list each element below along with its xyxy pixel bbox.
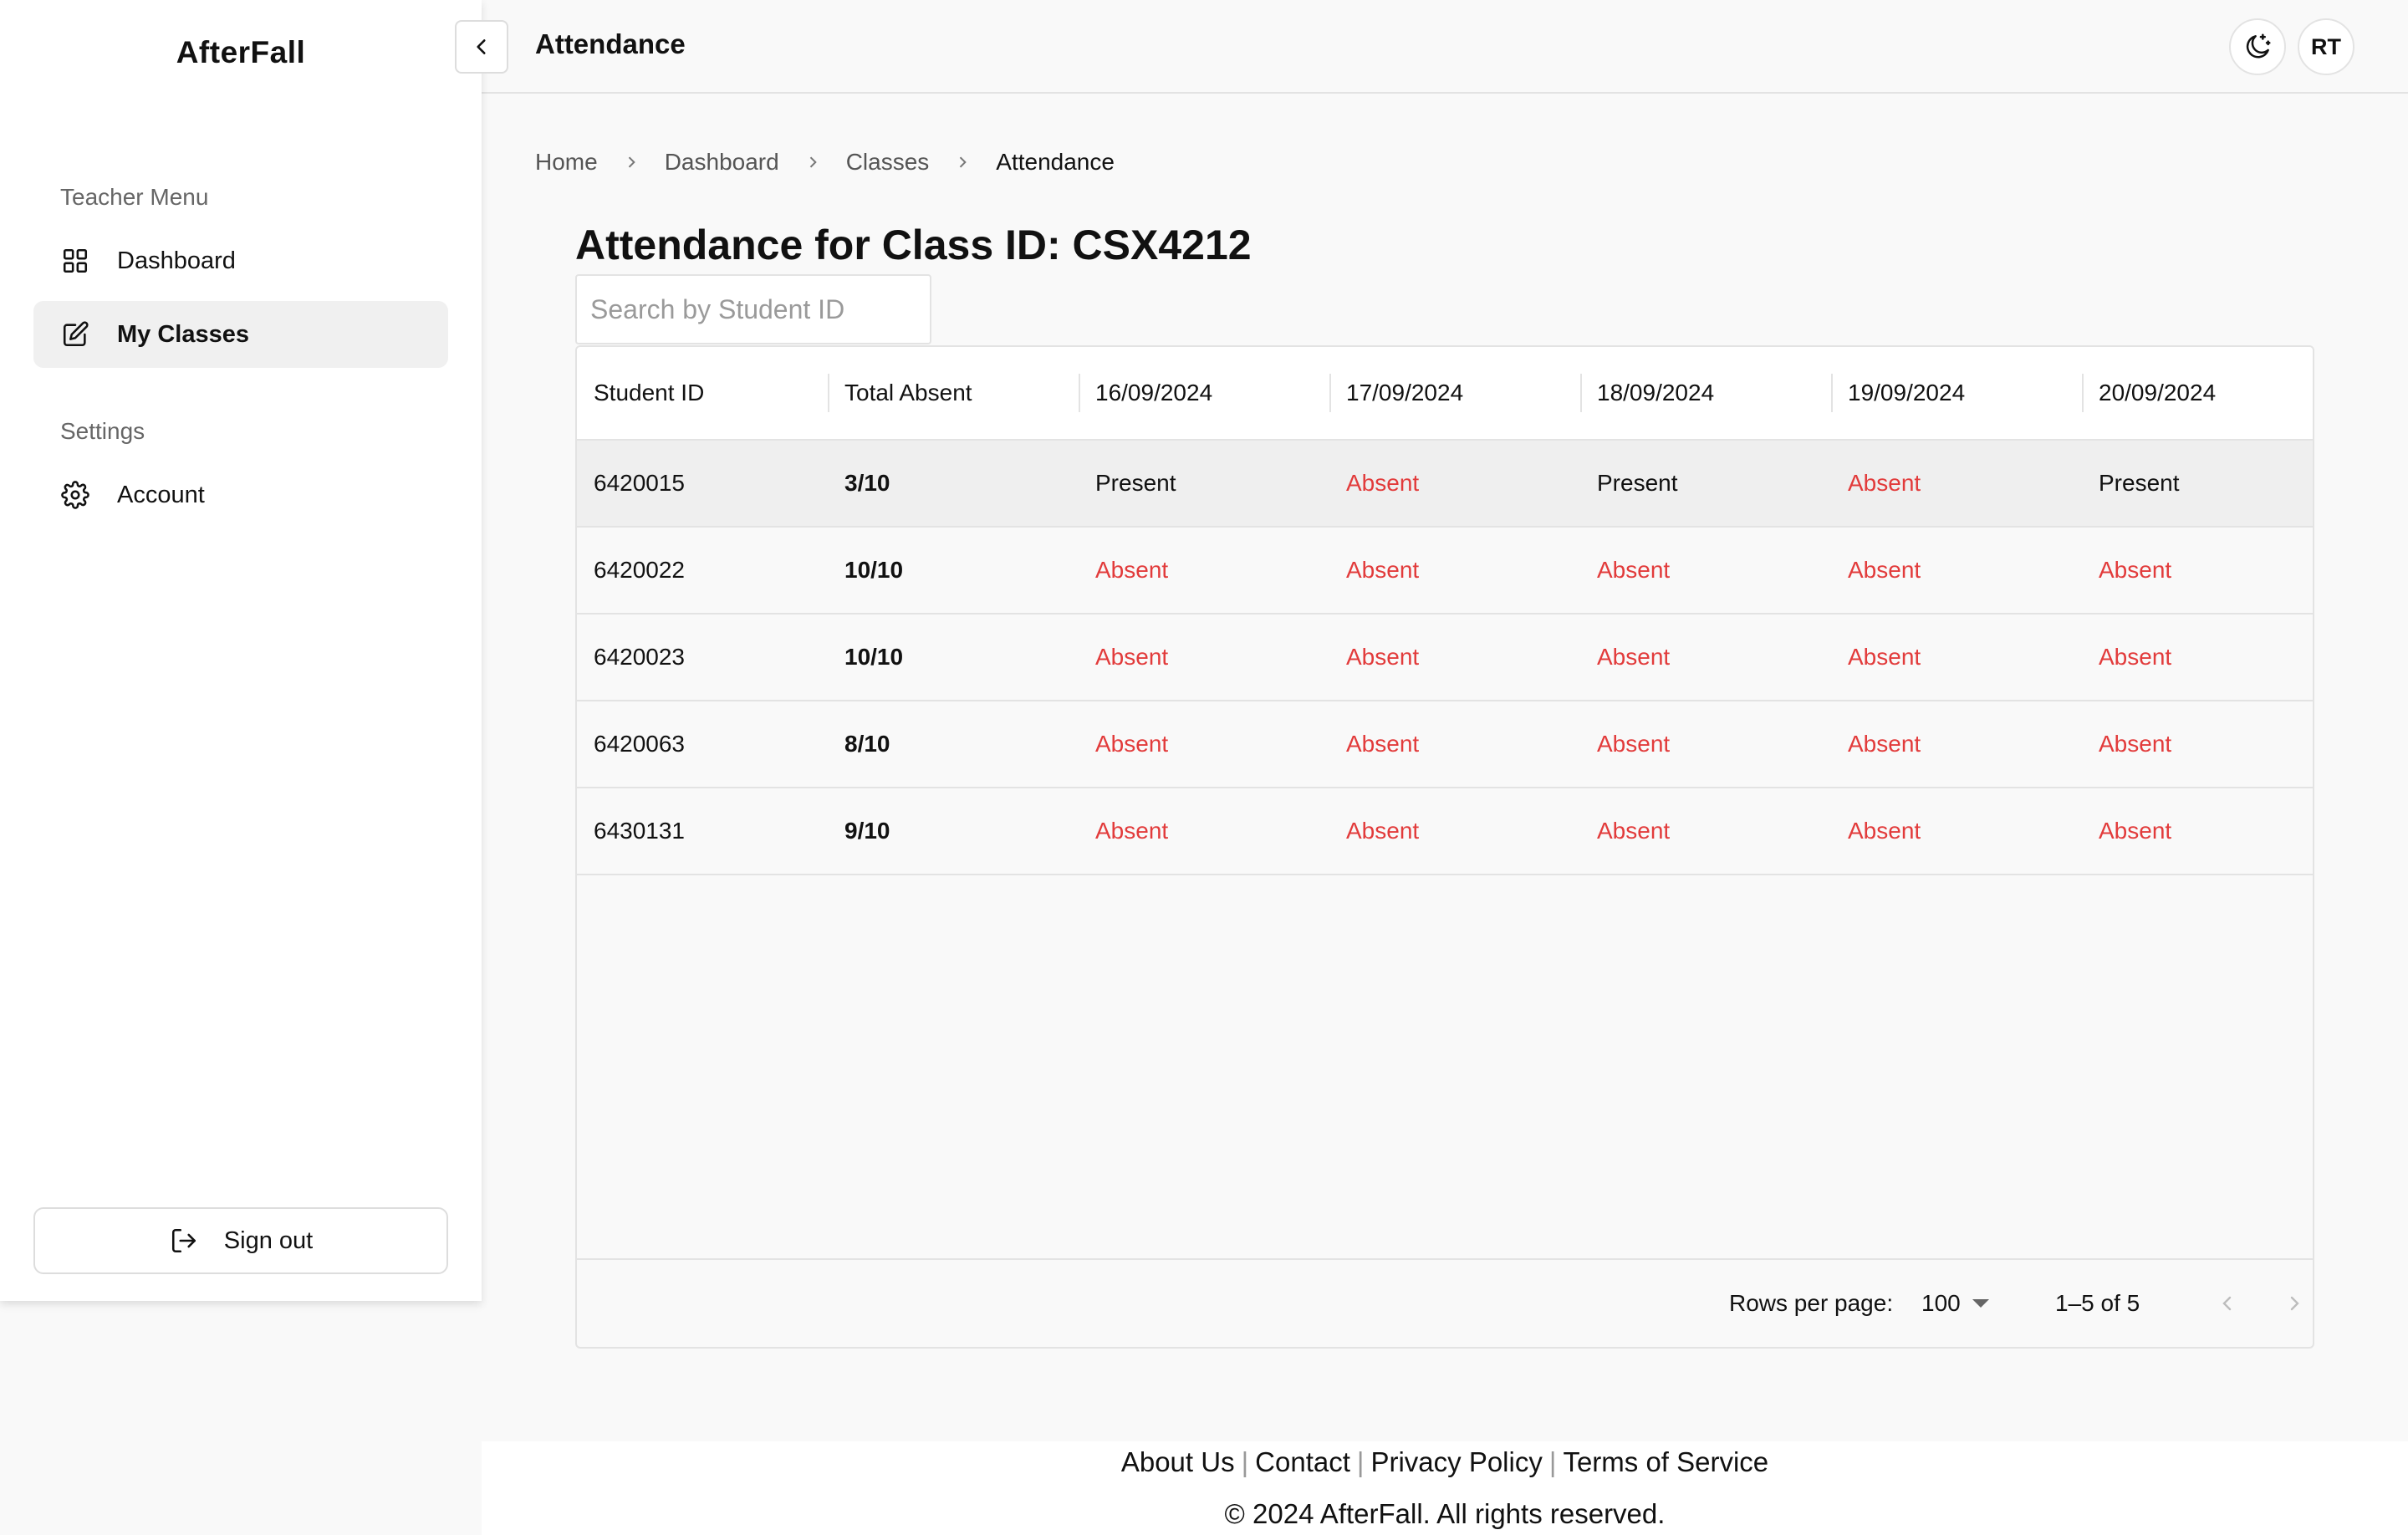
- sidebar-item-label: My Classes: [117, 320, 249, 348]
- cell-attendance-status: Present: [1095, 470, 1176, 496]
- table-row[interactable]: 6420022 10/10 Absent Absent Absent Absen…: [577, 528, 2313, 615]
- footer-link-contact[interactable]: Contact: [1255, 1446, 1350, 1477]
- cell-attendance-status: Absent: [2099, 818, 2172, 844]
- rows-per-page-label: Rows per page:: [1729, 1290, 1894, 1316]
- breadcrumb-dashboard[interactable]: Dashboard: [665, 149, 779, 176]
- cell-student-id: 6420023: [594, 644, 686, 670]
- column-header-date[interactable]: 16/09/2024: [1079, 347, 1329, 439]
- cell-attendance-status: Absent: [2099, 644, 2172, 670]
- cell-attendance-status: Absent: [1346, 557, 1420, 583]
- cell-student-id: 6420022: [594, 557, 686, 583]
- footer-link-about[interactable]: About Us: [1121, 1446, 1235, 1477]
- copyright-text: © 2024 AfterFall. All rights reserved.: [1224, 1498, 1666, 1529]
- column-header-date[interactable]: 17/09/2024: [1329, 347, 1580, 439]
- cell-attendance-status: Absent: [1095, 644, 1169, 670]
- cell-attendance-status: Absent: [1597, 644, 1671, 670]
- chevron-left-icon: [2222, 1296, 2232, 1311]
- page-title: Attendance for Class ID: CSX4212: [575, 222, 1252, 268]
- top-header: Attendance RT: [455, 0, 2408, 94]
- sign-out-icon: [169, 1226, 199, 1256]
- cell-attendance-status: Present: [2099, 470, 2180, 496]
- footer-link-privacy[interactable]: Privacy Policy: [1370, 1446, 1542, 1477]
- breadcrumb-attendance: Attendance: [996, 149, 1115, 175]
- sidebar-item-label: Account: [117, 481, 205, 508]
- cell-attendance-status: Absent: [1597, 731, 1671, 757]
- column-header-student-id[interactable]: Student ID: [577, 347, 828, 439]
- column-header-total-absent[interactable]: Total Absent: [828, 347, 1079, 439]
- cell-total-absent: 10/10: [844, 644, 904, 670]
- footer-link-terms[interactable]: Terms of Service: [1563, 1446, 1768, 1477]
- table-row[interactable]: 6420015 3/10 Present Absent Present Abse…: [577, 441, 2313, 528]
- sidebar: AfterFall Teacher Menu Dashboard My Clas…: [0, 0, 482, 1301]
- cell-attendance-status: Absent: [1095, 818, 1169, 844]
- cell-attendance-status: Absent: [1848, 731, 1921, 757]
- breadcrumb-home[interactable]: Home: [535, 149, 598, 176]
- cell-attendance-status: Absent: [1597, 818, 1671, 844]
- cell-total-absent: 9/10: [844, 818, 890, 844]
- chevron-right-icon: [2290, 1296, 2299, 1311]
- grid-icon: [60, 246, 90, 276]
- cell-attendance-status: Absent: [1848, 818, 1921, 844]
- collapse-sidebar-button[interactable]: [455, 20, 508, 74]
- moon-icon: [2246, 33, 2271, 59]
- sidebar-item-my-classes[interactable]: My Classes: [33, 301, 448, 368]
- cell-student-id: 6420063: [594, 731, 686, 757]
- cell-total-absent: 10/10: [844, 557, 904, 583]
- brand-logo-text[interactable]: AfterFall: [0, 35, 482, 70]
- cell-attendance-status: Absent: [1346, 644, 1420, 670]
- theme-toggle-button[interactable]: [2229, 18, 2286, 75]
- cell-attendance-status: Absent: [2099, 557, 2172, 583]
- search-input[interactable]: [575, 274, 931, 344]
- cell-total-absent: 3/10: [844, 470, 890, 496]
- pagination-range: 1–5 of 5: [2055, 1290, 2140, 1316]
- table-row[interactable]: 6420023 10/10 Absent Absent Absent Absen…: [577, 615, 2313, 701]
- table-pagination: Rows per page: 100 1–5 of 5: [577, 1258, 2313, 1347]
- sign-out-button[interactable]: Sign out: [33, 1207, 448, 1274]
- breadcrumb-classes[interactable]: Classes: [846, 149, 930, 176]
- cell-attendance-status: Absent: [1346, 818, 1420, 844]
- cell-student-id: 6430131: [594, 818, 686, 844]
- sidebar-item-dashboard[interactable]: Dashboard: [33, 227, 448, 294]
- header-title: Attendance: [535, 28, 686, 59]
- teacher-menu-heading: Teacher Menu: [60, 184, 209, 210]
- settings-heading: Settings: [60, 418, 145, 444]
- cell-attendance-status: Absent: [2099, 731, 2172, 757]
- rows-per-page-select[interactable]: 100: [1921, 1282, 1989, 1325]
- cell-attendance-status: Absent: [1848, 644, 1921, 670]
- table-header-row: Student ID Total Absent 16/09/2024 17/09…: [577, 347, 2313, 441]
- column-header-date[interactable]: 19/09/2024: [1831, 347, 2082, 439]
- column-header-date[interactable]: 20/09/2024: [2082, 347, 2313, 439]
- cell-attendance-status: Absent: [1848, 557, 1921, 583]
- table-row[interactable]: 6420063 8/10 Absent Absent Absent Absent…: [577, 701, 2313, 788]
- cell-attendance-status: Absent: [1346, 470, 1420, 496]
- cell-total-absent: 8/10: [844, 731, 890, 757]
- chevron-right-icon: [623, 154, 640, 171]
- cell-student-id: 6420015: [594, 470, 686, 496]
- page-footer: About Us | Contact | Privacy Policy | Terms of…: [482, 1441, 2408, 1535]
- chevron-left-icon: [477, 39, 486, 54]
- breadcrumb: Home Dashboard Classes Attendance: [535, 149, 1115, 176]
- table-row[interactable]: 6430131 9/10 Absent Absent Absent Absent…: [577, 788, 2313, 875]
- cell-attendance-status: Absent: [1848, 470, 1921, 496]
- sidebar-item-label: Dashboard: [117, 247, 236, 274]
- gear-icon: [60, 480, 90, 510]
- chevron-right-icon: [804, 154, 821, 171]
- avatar[interactable]: RT: [2298, 18, 2354, 75]
- caret-down-icon: [1972, 1299, 1989, 1308]
- footer-links: About Us | Contact | Privacy Policy | Terms of…: [1120, 1446, 1769, 1477]
- cell-attendance-status: Absent: [1095, 731, 1169, 757]
- cell-attendance-status: Absent: [1346, 731, 1420, 757]
- cell-attendance-status: Present: [1597, 470, 1678, 496]
- rows-per-page-value: 100: [1921, 1290, 1961, 1316]
- chevron-right-icon: [954, 154, 971, 171]
- sidebar-item-account[interactable]: Account: [33, 462, 448, 528]
- previous-page-button[interactable]: [2209, 1285, 2246, 1322]
- next-page-button[interactable]: [2276, 1285, 2313, 1322]
- attendance-table: Student ID Total Absent 16/09/2024 17/09…: [575, 345, 2314, 1349]
- cell-attendance-status: Absent: [1095, 557, 1169, 583]
- edit-icon: [60, 319, 90, 349]
- sign-out-label: Sign out: [223, 1226, 314, 1254]
- column-header-date[interactable]: 18/09/2024: [1580, 347, 1831, 439]
- cell-attendance-status: Absent: [1597, 557, 1671, 583]
